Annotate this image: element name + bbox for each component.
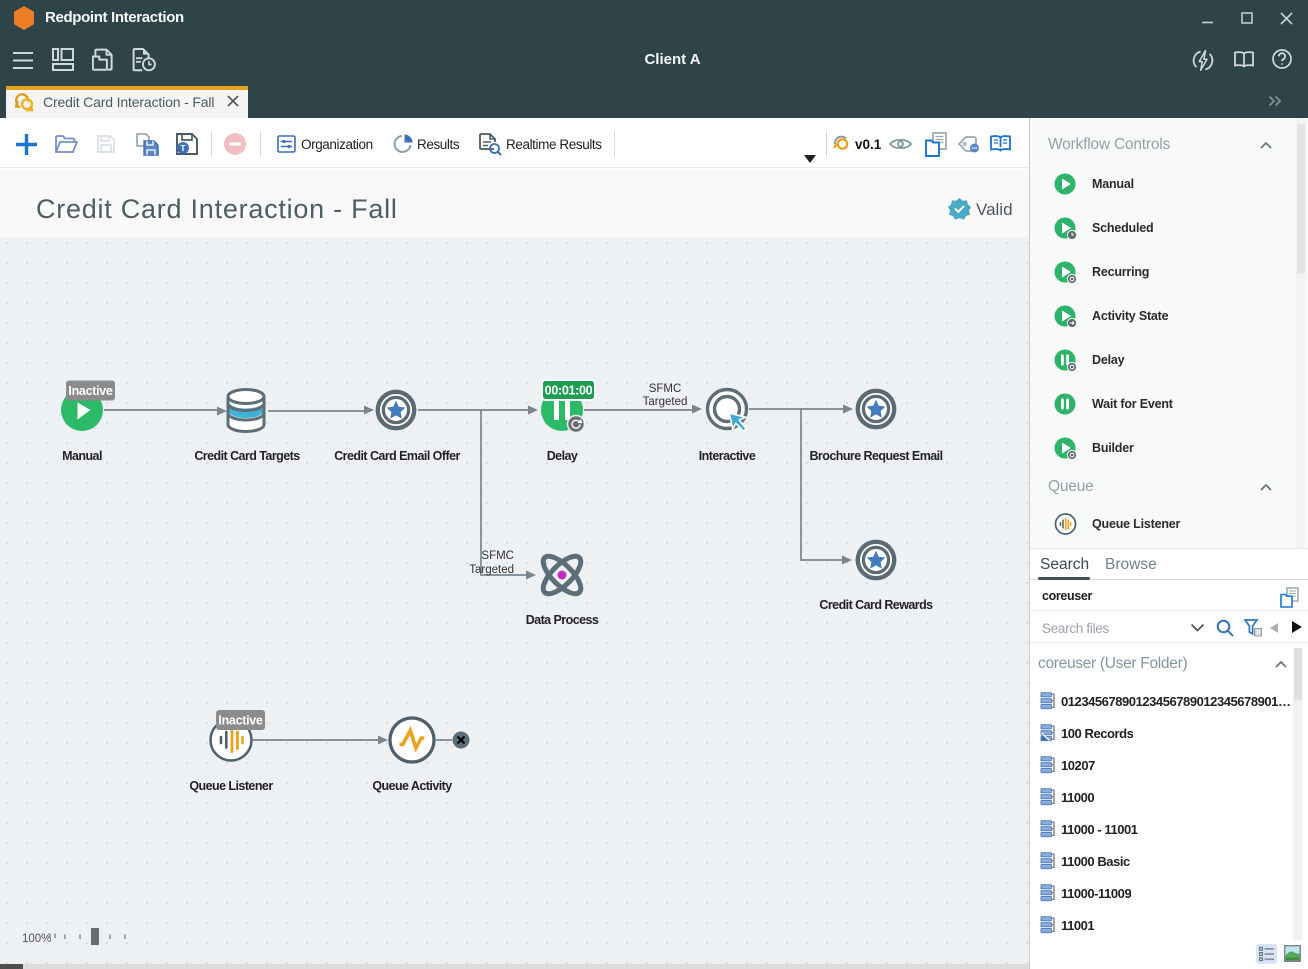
svg-text:Queue Listener: Queue Listener [189,779,273,793]
svg-text:00:01:00: 00:01:00 [545,384,593,398]
svg-text:SFMC: SFMC [481,550,514,562]
svg-text:Data Process: Data Process [526,613,599,627]
svg-text:Targeted: Targeted [469,564,514,576]
svg-text:SFMC: SFMC [649,383,682,395]
svg-text:100%: 100% [22,933,51,945]
svg-text:Manual: Manual [62,449,102,463]
svg-text:Credit Card Rewards: Credit Card Rewards [819,598,933,612]
svg-text:T: T [180,143,186,153]
svg-text:Interactive: Interactive [699,449,756,463]
svg-text:Delay: Delay [547,449,578,463]
svg-text:Credit Card Targets: Credit Card Targets [194,449,300,463]
svg-text:Inactive: Inactive [218,714,262,728]
svg-text:Targeted: Targeted [643,396,688,408]
svg-text:Brochure Request Email: Brochure Request Email [809,449,942,463]
svg-text:Inactive: Inactive [68,384,112,398]
svg-text:Queue Activity: Queue Activity [372,779,452,793]
svg-text:Credit Card Email Offer: Credit Card Email Offer [334,449,460,463]
